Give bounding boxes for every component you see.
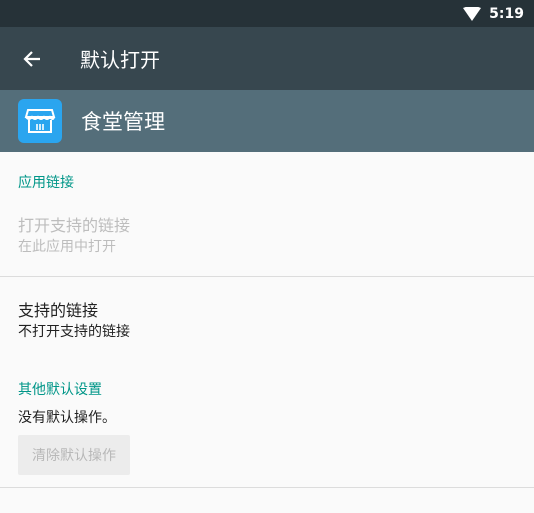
item-title: 打开支持的链接: [18, 216, 131, 235]
page-title: 默认打开: [80, 48, 160, 72]
status-time: 5:19: [489, 5, 524, 22]
clear-defaults-button[interactable]: 清除默认操作: [18, 435, 130, 475]
section-header-other-defaults: 其他默认设置: [18, 382, 102, 398]
arrow-back-icon[interactable]: [0, 27, 64, 90]
item-subtitle: 不打开支持的链接: [18, 324, 130, 340]
section-header-app-links: 应用链接: [18, 175, 74, 191]
open-supported-links-item: 打开支持的链接 在此应用中打开: [0, 212, 534, 256]
toolbar: 默认打开: [0, 27, 534, 90]
app-header: 食堂管理: [0, 90, 534, 152]
item-subtitle: 在此应用中打开: [18, 239, 116, 255]
divider: [0, 487, 534, 488]
no-default-actions-text: 没有默认操作。: [18, 410, 116, 426]
app-name: 食堂管理: [81, 110, 165, 134]
storefront-app-icon: [18, 99, 62, 143]
supported-links-item[interactable]: 支持的链接 不打开支持的链接: [0, 297, 534, 341]
item-title: 支持的链接: [18, 301, 99, 320]
status-bar: 5:19: [0, 0, 534, 27]
wifi-icon: [463, 6, 482, 21]
